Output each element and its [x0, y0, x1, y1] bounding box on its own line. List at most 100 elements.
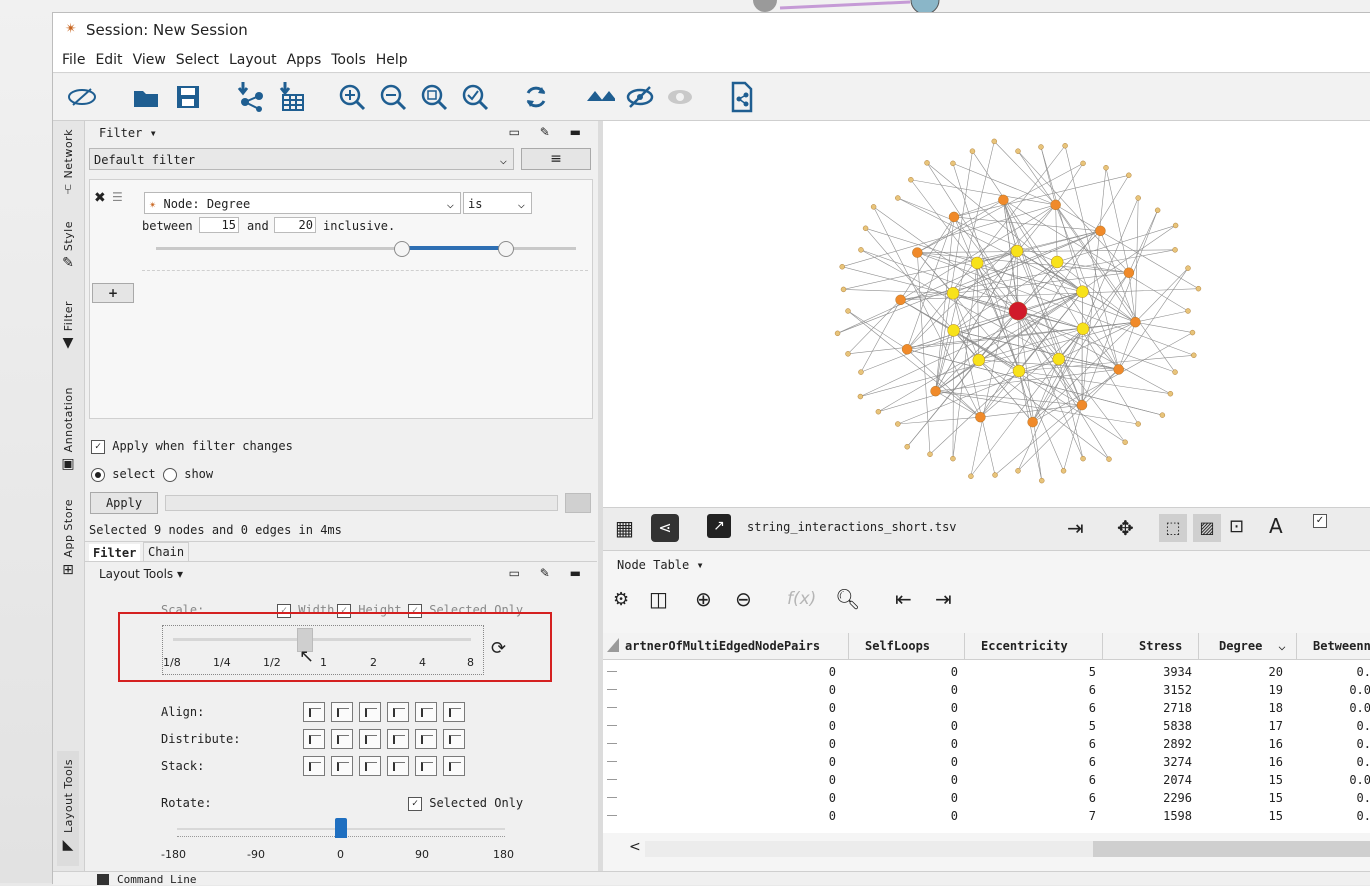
panel-controls[interactable]: ▭ ✎ ▬: [509, 125, 589, 139]
network-edge[interactable]: [1056, 205, 1175, 372]
checkbox-checked-icon[interactable]: ✓: [1313, 514, 1327, 528]
network-node[interactable]: [1126, 173, 1131, 178]
grid-view-icon[interactable]: ▦: [615, 516, 634, 540]
export-table-icon[interactable]: ⇥: [935, 587, 952, 611]
export-icon[interactable]: [727, 82, 757, 112]
network-node[interactable]: [1081, 456, 1086, 461]
network-edge[interactable]: [1056, 163, 1083, 204]
network-node[interactable]: [970, 149, 975, 154]
apply-when-changed-checkbox[interactable]: ✓ Apply when filter changes: [91, 439, 293, 454]
column-header[interactable]: Degree⌵: [1199, 633, 1297, 659]
network-node[interactable]: [975, 412, 985, 422]
network-edge[interactable]: [1135, 311, 1188, 322]
network-edge[interactable]: [866, 228, 979, 360]
share-network-icon[interactable]: ⋖: [651, 514, 679, 542]
network-node[interactable]: [1051, 200, 1061, 210]
network-node[interactable]: [912, 248, 922, 258]
network-node[interactable]: [895, 421, 900, 426]
network-node[interactable]: [1136, 421, 1141, 426]
show-all-icon[interactable]: [585, 82, 615, 112]
network-edge[interactable]: [1135, 322, 1192, 332]
network-edge[interactable]: [861, 311, 1018, 372]
apply-button[interactable]: Apply: [90, 492, 158, 514]
cancel-button[interactable]: [565, 493, 591, 513]
import-network-icon[interactable]: [235, 82, 265, 112]
network-node[interactable]: [992, 139, 997, 144]
network-node[interactable]: [1191, 353, 1196, 358]
network-node[interactable]: [1114, 364, 1124, 374]
scroll-left-button[interactable]: <: [629, 839, 641, 855]
network-node[interactable]: [928, 452, 933, 457]
drag-handle-icon[interactable]: ☰: [112, 190, 123, 204]
align-bottom-button[interactable]: [443, 702, 465, 722]
stack-top-button[interactable]: [387, 756, 409, 776]
remove-filter-icon[interactable]: ✖: [94, 190, 106, 206]
network-canvas[interactable]: [603, 121, 1370, 507]
network-node[interactable]: [1016, 468, 1021, 473]
command-line-button[interactable]: Command Line: [117, 873, 196, 886]
save-icon[interactable]: [173, 82, 203, 112]
network-edge[interactable]: [1135, 198, 1138, 322]
network-node[interactable]: [841, 287, 846, 292]
network-edge[interactable]: [954, 175, 1129, 217]
network-edge[interactable]: [1056, 205, 1058, 262]
network-node[interactable]: [1013, 365, 1025, 377]
network-node[interactable]: [846, 309, 851, 314]
scale-slider[interactable]: 1/8 1/4 1/2 1 2 4 8 ↖: [162, 625, 484, 675]
align-center-button[interactable]: [331, 702, 353, 722]
network-edge[interactable]: [953, 330, 954, 458]
network-node[interactable]: [998, 195, 1008, 205]
node-filter-dropdown[interactable]: ✴ Node: Degree ⌵: [144, 192, 461, 214]
import-table-icon[interactable]: [277, 82, 307, 112]
table-row[interactable]: 0071598150.: [603, 807, 1363, 825]
network-node[interactable]: [1196, 286, 1201, 291]
network-node[interactable]: [1173, 370, 1178, 375]
network-edge[interactable]: [1135, 268, 1188, 322]
network-node[interactable]: [895, 196, 900, 201]
distribute-middle-button[interactable]: [415, 729, 437, 749]
table-row[interactable]: 0062718180.0: [603, 699, 1363, 717]
min-value-field[interactable]: 15: [199, 217, 239, 233]
network-node[interactable]: [845, 351, 850, 356]
panel-controls[interactable]: ▭ ✎ ▬: [509, 566, 589, 580]
network-edge[interactable]: [907, 349, 1162, 415]
network-node[interactable]: [896, 295, 906, 305]
search-icon[interactable]: 🔍︎: [835, 587, 860, 611]
network-node[interactable]: [1011, 245, 1023, 257]
network-node[interactable]: [973, 354, 985, 366]
refresh-icon[interactable]: [521, 82, 551, 112]
stack-right-button[interactable]: [359, 756, 381, 776]
menu-file[interactable]: File: [57, 47, 90, 73]
network-node[interactable]: [1160, 413, 1165, 418]
network-node[interactable]: [858, 247, 863, 252]
annotation-selection-icon[interactable]: ⊡: [1229, 516, 1244, 537]
column-header[interactable]: SelfLoops: [849, 633, 965, 659]
operator-dropdown[interactable]: is ⌵: [463, 192, 532, 214]
network-node[interactable]: [1061, 468, 1066, 473]
hide-icon[interactable]: [625, 82, 655, 112]
network-node[interactable]: [1123, 440, 1128, 445]
table-row[interactable]: 0062074150.0: [603, 771, 1363, 789]
refresh-icon[interactable]: ⟳: [491, 638, 506, 659]
network-node[interactable]: [931, 386, 941, 396]
table-row[interactable]: 0062296150.: [603, 789, 1363, 807]
network-edge[interactable]: [901, 217, 954, 300]
tab-chain[interactable]: Chain: [143, 542, 189, 562]
zoom-in-icon[interactable]: [337, 82, 367, 112]
align-top-button[interactable]: [387, 702, 409, 722]
network-node[interactable]: [1173, 247, 1178, 252]
tab-annotation[interactable]: Annotation ▣: [57, 387, 79, 472]
network-node[interactable]: [1104, 165, 1109, 170]
network-node[interactable]: [993, 473, 998, 478]
network-node[interactable]: [1186, 266, 1191, 271]
network-node[interactable]: [971, 257, 983, 269]
network-node[interactable]: [858, 394, 863, 399]
network-node[interactable]: [1168, 391, 1173, 396]
network-node[interactable]: [1077, 400, 1087, 410]
network-node[interactable]: [1095, 226, 1105, 236]
rotate-selected-only-checkbox[interactable]: ✓ Selected Only: [408, 796, 523, 811]
node-selection-icon[interactable]: ⬚: [1159, 514, 1187, 542]
filter-preset-dropdown[interactable]: Default filter ⌵: [89, 148, 514, 170]
menu-layout[interactable]: Layout: [224, 47, 282, 73]
network-node[interactable]: [876, 409, 881, 414]
